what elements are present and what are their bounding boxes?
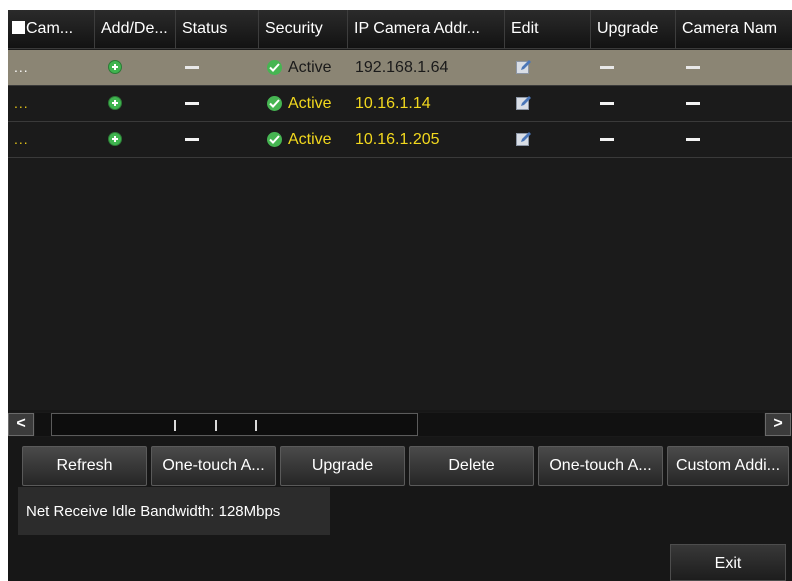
header-add-delete[interactable]: Add/De... [95,10,176,49]
security-status: Active [288,131,332,148]
scroll-grip [255,420,257,431]
scroll-grip [174,420,176,431]
net-receive-bandwidth: Net Receive Idle Bandwidth: 128Mbps [18,487,330,535]
select-all-checkbox[interactable] [12,21,25,34]
ip-address: 10.16.1.14 [355,95,431,112]
upgrade-dash [600,66,614,69]
check-icon [267,132,282,147]
header-status[interactable]: Status [176,10,259,49]
security-status: Active [288,95,332,112]
camera-table: Cam... Add/De... Status Security IP Came… [8,10,792,410]
table-row[interactable]: ... Active 10.16.1.205 [8,122,792,158]
delete-button[interactable]: Delete [409,446,534,486]
camera-name-dash [686,138,700,141]
header-camera-no[interactable]: Cam... [8,10,95,49]
ip-camera-management-panel: Cam... Add/De... Status Security IP Came… [8,10,792,581]
header-upgrade[interactable]: Upgrade [591,10,676,49]
custom-adding-button[interactable]: Custom Addi... [667,446,789,486]
header-edit[interactable]: Edit [505,10,591,49]
status-dash [185,138,199,141]
table-row[interactable]: ... Active 10.16.1.14 [8,86,792,122]
security-status: Active [288,59,332,76]
refresh-button[interactable]: Refresh [22,446,147,486]
edit-icon[interactable] [516,131,532,147]
exit-button[interactable]: Exit [670,544,786,581]
camera-no-cell: ... [14,95,29,111]
upgrade-dash [600,138,614,141]
add-circle-icon[interactable] [108,132,122,146]
camera-no-cell: ... [14,59,29,75]
scroll-grip [215,420,217,431]
upgrade-button[interactable]: Upgrade [280,446,405,486]
header-camera-label: Cam... [26,20,74,37]
header-security[interactable]: Security [259,10,348,49]
one-touch-activate-button[interactable]: One-touch A... [151,446,276,486]
scroll-right-button[interactable]: > [765,413,791,436]
scroll-left-button[interactable]: < [8,413,34,436]
status-dash [185,66,199,69]
one-touch-adding-button[interactable]: One-touch A... [538,446,663,486]
edit-icon[interactable] [516,59,532,75]
table-row[interactable]: ... Active 192.168.1.64 [8,50,792,86]
check-icon [267,60,282,75]
add-circle-icon[interactable] [108,96,122,110]
upgrade-dash [600,102,614,105]
status-dash [185,102,199,105]
camera-name-dash [686,102,700,105]
ip-address: 192.168.1.64 [355,59,449,76]
add-circle-icon[interactable] [108,60,122,74]
check-icon [267,96,282,111]
table-header: Cam... Add/De... Status Security IP Came… [8,10,792,49]
ip-address: 10.16.1.205 [355,131,440,148]
edit-icon[interactable] [516,95,532,111]
horizontal-scrollbar[interactable]: < > [8,412,792,437]
camera-name-dash [686,66,700,69]
scroll-thumb[interactable] [51,413,418,436]
header-camera-name[interactable]: Camera Nam [676,10,792,49]
camera-no-cell: ... [14,131,29,147]
header-ip-camera-address[interactable]: IP Camera Addr... [348,10,505,49]
